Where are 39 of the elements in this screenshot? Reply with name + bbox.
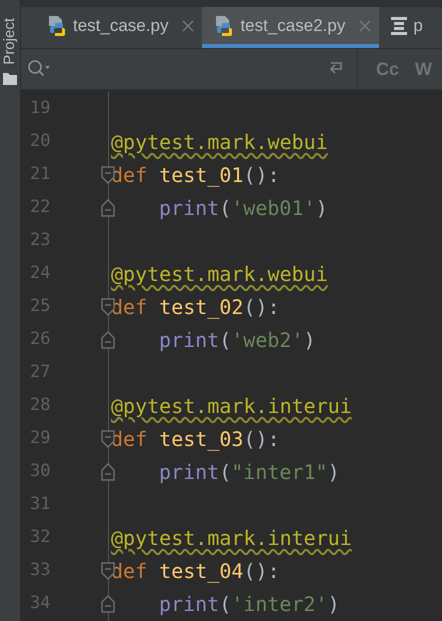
close-icon[interactable] [359, 20, 372, 32]
editor-tab[interactable]: p [379, 7, 431, 48]
fold-end-icon[interactable] [101, 462, 115, 480]
code-line: print('web2') [158, 330, 316, 350]
line-number: 21 [30, 162, 50, 186]
search-icon[interactable] [27, 59, 51, 79]
fold-end-icon[interactable] [101, 330, 115, 348]
python-file-icon [214, 14, 234, 36]
line-number: 29 [30, 426, 50, 450]
line-number: 28 [30, 394, 50, 417]
code-line: print('inter2') [158, 594, 340, 614]
line-number: 24 [30, 262, 50, 285]
code-line: print("inter1") [158, 462, 340, 482]
line-number: 27 [30, 360, 50, 384]
line-number: 25 [30, 294, 50, 318]
code-line: @pytest.mark.webui [111, 264, 328, 284]
fold-end-icon[interactable] [101, 198, 115, 216]
project-tab[interactable]: Project [0, 18, 22, 65]
code-line: @pytest.mark.webui [111, 132, 328, 152]
python-file-icon [47, 14, 67, 36]
line-number: 26 [30, 328, 50, 351]
fold-end-icon[interactable] [101, 594, 115, 612]
line-number: 30 [30, 460, 50, 483]
line-number: 20 [30, 130, 50, 153]
line-number: 31 [30, 492, 50, 516]
line-number: 23 [30, 228, 50, 252]
editor-tab[interactable]: test_case2.py [202, 7, 380, 48]
line-number: 32 [30, 526, 50, 549]
folder-icon [3, 72, 17, 85]
code-line: print('web01') [158, 198, 328, 218]
stack-icon [391, 16, 408, 34]
line-number: 22 [30, 196, 50, 219]
line-number: 19 [30, 96, 50, 120]
editor-tab[interactable]: test_case.py [35, 7, 202, 48]
line-number: 33 [30, 558, 50, 582]
code-line: @pytest.mark.interui [111, 396, 352, 416]
code-line: @pytest.mark.interui [111, 528, 352, 548]
close-icon[interactable] [182, 20, 194, 32]
line-number: 34 [30, 592, 50, 615]
